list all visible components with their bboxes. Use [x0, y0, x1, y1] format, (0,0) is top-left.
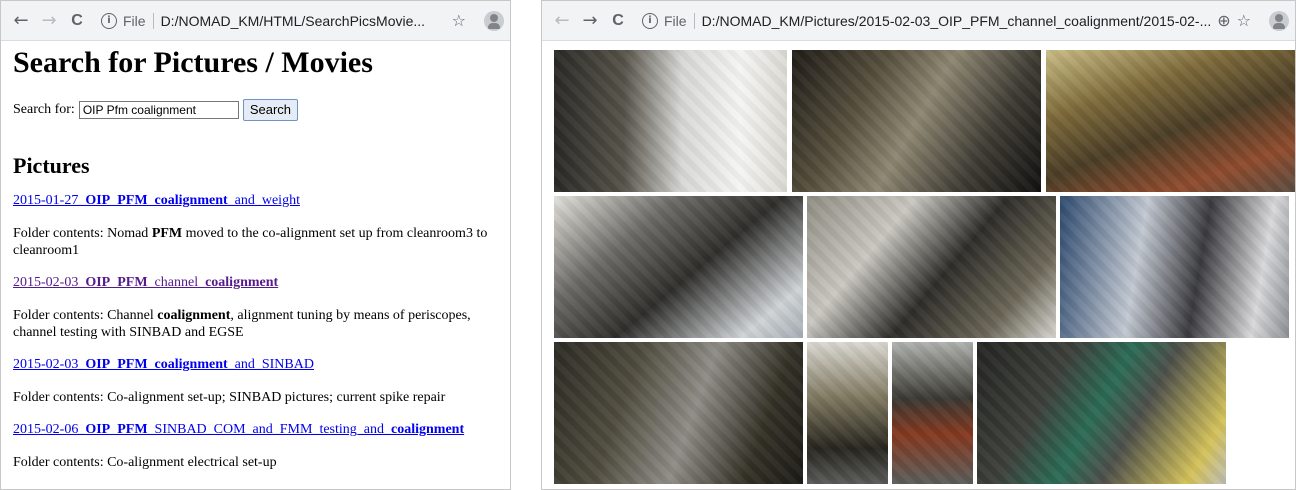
photo-periscope-setup[interactable]	[554, 342, 803, 484]
star-icon[interactable]: ☆	[452, 11, 466, 30]
info-icon[interactable]: i	[101, 12, 117, 29]
search-input[interactable]: OIP Pfm coalignment	[78, 101, 239, 119]
photo-cleanroom-workers[interactable]	[1060, 196, 1289, 338]
browser-window-pictures: ← → C i File D:/NOMAD_KM/Pictures/2015-0…	[541, 0, 1296, 490]
result-description-text: coalignment	[157, 308, 231, 323]
result-link[interactable]: 2015-02-03_OIP_PFM_coalignment_and_SINBA…	[13, 357, 498, 373]
back-icon[interactable]: ←	[548, 7, 576, 35]
photo-gallery	[542, 41, 1295, 489]
photo-nomad-instrument[interactable]	[554, 196, 803, 338]
address-separator	[152, 12, 154, 29]
result-link-text: _SINBAD_COM_and_FMM_testing_and_	[147, 422, 392, 437]
result-link-text: OIP_PFM	[85, 275, 148, 290]
result-link[interactable]: 2015-02-06_OIP_PFM_SINBAD_COM_and_FMM_te…	[13, 422, 498, 438]
result-link[interactable]: 2015-01-27_OIP_PFM_coalignment_and_weigh…	[13, 193, 498, 209]
forward-icon[interactable]: →	[35, 7, 63, 35]
result-description: Folder contents: Co-alignment electrical…	[13, 454, 498, 471]
result-description-text: PFM	[151, 226, 183, 241]
result-description-text: Folder contents: Channel	[13, 308, 158, 323]
star-icon[interactable]: ☆	[1237, 11, 1251, 30]
result-link-text: 2015-01-27_	[13, 193, 86, 208]
photo-camera-setup[interactable]	[554, 50, 787, 192]
result-description: Folder contents: Nomad PFM moved to the …	[13, 225, 498, 259]
result-description: Folder contents: Co-alignment set-up; SI…	[13, 389, 498, 406]
search-page: Search for Pictures / Movies Search for:…	[1, 41, 510, 489]
url-text[interactable]: D:/NOMAD_KM/Pictures/2015-02-03_OIP_PFM_…	[702, 13, 1212, 29]
result-link[interactable]: 2015-02-03_OIP_PFM_channel_coalignment	[13, 275, 498, 291]
reload-icon[interactable]: C	[63, 7, 91, 35]
page-title: Search for Pictures / Movies	[13, 46, 373, 79]
photo-optical-bench[interactable]	[792, 50, 1041, 192]
result-link-text: 2015-02-06_	[13, 422, 86, 437]
photo-circuit-board[interactable]	[1046, 50, 1295, 192]
result-description: Folder contents: Channel coalignment, al…	[13, 307, 498, 341]
file-scheme-label: File	[664, 12, 687, 29]
zoom-icon[interactable]: ⊕	[1217, 11, 1230, 30]
address-bar[interactable]: i File D:/NOMAD_KM/HTML/SearchPicsMovie.…	[95, 6, 472, 35]
address-bar[interactable]: i File D:/NOMAD_KM/Pictures/2015-02-03_O…	[636, 6, 1257, 35]
result-link-text: coalignment	[391, 422, 465, 437]
result-description-text: Folder contents: Nomad	[13, 226, 152, 241]
result-link-text: _channel_	[147, 275, 206, 290]
browser-window-search: ← → C i File D:/NOMAD_KM/HTML/SearchPics…	[0, 0, 511, 490]
result-link-text: 2015-02-03_	[13, 357, 86, 372]
result-link-text: OIP_PFM_coalignment	[85, 193, 228, 208]
address-separator	[693, 12, 695, 29]
search-label: Search for:	[13, 102, 75, 117]
result-description-text: Folder contents: Co-alignment electrical…	[13, 455, 277, 470]
file-scheme-label: File	[123, 12, 146, 29]
url-text[interactable]: D:/NOMAD_KM/HTML/SearchPicsMovie...	[161, 13, 446, 29]
result-link-text: 2015-02-03_	[13, 275, 86, 290]
result-link-text: coalignment	[205, 275, 279, 290]
search-button[interactable]: Search	[242, 99, 299, 121]
results-list: 2015-01-27_OIP_PFM_coalignment_and_weigh…	[13, 193, 498, 471]
result-link-text: _and_SINBAD	[227, 357, 314, 372]
profile-avatar-icon[interactable]	[1269, 10, 1289, 31]
reload-icon[interactable]: C	[604, 7, 632, 35]
back-icon[interactable]: ←	[7, 7, 35, 35]
info-icon[interactable]: i	[642, 12, 658, 29]
pictures-heading: Pictures	[13, 153, 90, 178]
result-description-text: Folder contents: Co-alignment set-up; SI…	[13, 390, 446, 405]
result-link-text: _and_weight	[227, 193, 300, 208]
search-form: Search for: OIP Pfm coalignment Search	[13, 99, 498, 121]
browser-toolbar: ← → C i File D:/NOMAD_KM/HTML/SearchPics…	[1, 1, 510, 41]
photo-rig-closeup[interactable]	[892, 342, 973, 484]
photo-green-light-port[interactable]	[977, 342, 1226, 484]
browser-toolbar: ← → C i File D:/NOMAD_KM/Pictures/2015-0…	[542, 1, 1295, 41]
result-link-text: OIP_PFM	[85, 422, 148, 437]
photo-cleanroom-lab[interactable]	[807, 196, 1056, 338]
forward-icon[interactable]: →	[576, 7, 604, 35]
result-link-text: OIP_PFM_coalignment	[85, 357, 228, 372]
profile-avatar-icon[interactable]	[484, 10, 504, 31]
photo-mount-closeup[interactable]	[807, 342, 888, 484]
